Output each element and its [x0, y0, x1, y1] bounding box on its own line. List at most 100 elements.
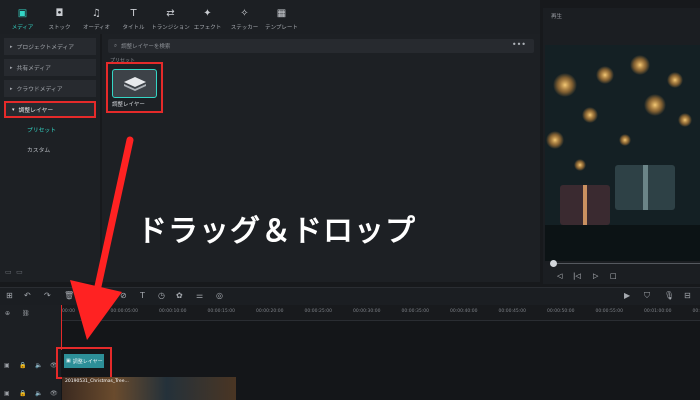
play-icon[interactable]: ▷: [593, 272, 598, 280]
ruler-tick-label: 00:00:40:00: [450, 309, 478, 314]
timeline-ruler[interactable]: 00:00 00:00:05:00 00:00:10:00 00:00:15:00 00…: [61, 305, 700, 321]
adjustment-layer-clip-body: ▣ 調整レイヤー: [64, 354, 104, 368]
sidebar-category-label: クラウドメディア: [16, 87, 63, 93]
ruler-tick-label: 00:00:50:00: [547, 309, 575, 314]
render-icon[interactable]: ▶: [624, 291, 630, 300]
transition-icon: ⇄: [166, 8, 175, 19]
folder-icon[interactable]: ▭ ▭: [5, 268, 23, 276]
ruler-tick-label: 00:00:55:00: [595, 309, 623, 314]
ai-icon[interactable]: ◎: [216, 291, 223, 300]
ruler-tick-label: 00:00:05:00: [110, 309, 138, 314]
step-back-icon[interactable]: ◁: [557, 272, 562, 280]
asset-name: 調整レイヤー: [112, 102, 145, 108]
search-placeholder: 調整レイヤーを検索: [121, 44, 171, 50]
shield-icon[interactable]: ⛉: [644, 291, 650, 301]
ruler-tick-label: 00:00:30:00: [353, 309, 381, 314]
audio-icon: ♫: [92, 8, 101, 19]
sidebar-subitem[interactable]: カスタム: [0, 140, 100, 158]
ruler-tick-label: 00:00:15:00: [207, 309, 235, 314]
speed-icon[interactable]: ◷: [158, 291, 165, 300]
video-clip-label: 20190531_Christmas_Tree...: [65, 379, 129, 384]
category-sidebar: ▸ プロジェクトメディア ▸ 共有メディア ▸ クラウドメディア ▾ 調整レイヤー プリセット…: [0, 34, 100, 282]
link-icon[interactable]: ⛓: [22, 310, 30, 317]
lock-icon[interactable]: 🔒: [19, 362, 26, 369]
text-icon[interactable]: T: [140, 291, 145, 300]
adjustment-layer-asset[interactable]: 調整レイヤー: [106, 62, 163, 113]
sidebar-category[interactable]: ▸ クラウドメディア: [4, 80, 96, 97]
add-track-icon[interactable]: ⊕: [5, 310, 10, 317]
toolbar-item-label: メディア: [11, 25, 34, 31]
track-header: ⊕ ⛓ ▣ 🔒 🔈 👁 ▣ 🔒 🔈 👁: [0, 305, 61, 400]
toolbar-item-label: テンプレート: [265, 25, 298, 31]
more-options-icon[interactable]: •••: [512, 40, 526, 49]
crop-icon[interactable]: ⊘: [120, 291, 127, 300]
clip-label: 調整レイヤー: [72, 358, 103, 365]
speaker-icon[interactable]: 🔈: [35, 390, 42, 397]
ruler-tick-label: 00:00:45:00: [498, 309, 526, 314]
track-type-icon: ▣: [4, 362, 10, 369]
toolbar-item-label: タイトル: [122, 25, 145, 31]
toolbar-item-label: ステッカー: [230, 25, 259, 31]
sticker-icon: ✧: [240, 8, 249, 19]
drag-drop-caption: ドラッグ＆ドロップ: [137, 214, 416, 249]
playback-progress[interactable]: [553, 263, 700, 264]
sidebar-subitem[interactable]: プリセット: [0, 120, 100, 138]
ruler-tick-label: 00:00:35:00: [401, 309, 429, 314]
split-icon[interactable]: ⊟: [684, 291, 691, 300]
toolbar-item-sticker[interactable]: ✧ ステッカー: [226, 2, 263, 34]
timeline-toolbar: ⊞ ↶ ↷ 🗑 ⊘ T ◷ ✿ ⚌ ◎ ▶ ⛉ 🎙 ⊟: [0, 287, 700, 305]
delete-icon[interactable]: 🗑: [64, 291, 74, 300]
layout-icon[interactable]: ⊞: [6, 291, 13, 300]
toolbar-item-stock[interactable]: ◘ ストック: [41, 2, 78, 34]
sidebar-category[interactable]: ▸ 共有メディア: [4, 59, 96, 76]
track-type-icon: ▣: [4, 390, 10, 397]
lock-icon[interactable]: 🔒: [19, 390, 26, 397]
ruler-tick-label: 00:00:20:00: [256, 309, 284, 314]
ruler-tick-label: 00:01:00:00: [644, 309, 672, 314]
toolbar-item-effect[interactable]: ✦ エフェクト: [189, 2, 226, 34]
media-library: ⌕ 調整レイヤーを検索 ••• プリセット 調整レイヤー ドラッグ＆ドロップ: [102, 34, 540, 282]
toolbar-item-label: トランジション: [151, 25, 190, 31]
ruler-tick-label: 00:00:25:00: [304, 309, 332, 314]
frame-back-icon[interactable]: |◁: [573, 272, 581, 280]
sidebar-category[interactable]: ▾ 調整レイヤー: [4, 101, 96, 118]
mic-icon[interactable]: 🎙: [664, 291, 674, 300]
sidebar-category-label: 調整レイヤー: [18, 108, 54, 114]
layer-stack-icon: [123, 76, 146, 91]
layer-icon: ▣: [66, 358, 71, 364]
toolbar-item-label: オーディオ: [82, 25, 111, 31]
preview-title: 再生: [551, 14, 563, 20]
color-icon[interactable]: ✿: [176, 291, 183, 300]
undo-icon[interactable]: ↶: [24, 291, 31, 300]
video-clip[interactable]: 20190531_Christmas_Tree...: [62, 377, 236, 400]
stock-icon: ◘: [55, 8, 64, 19]
chevron-down-icon: ▾: [12, 106, 15, 113]
preview-panel: 再生 ◁ |◁ ▷ □: [543, 8, 700, 284]
preview-video: [545, 45, 700, 261]
playhead-handle[interactable]: [550, 260, 557, 267]
chevron-right-icon: ▸: [10, 64, 13, 71]
media-icon: ▣: [17, 8, 28, 19]
toolbar-item-transition[interactable]: ⇄ トランジション: [151, 2, 190, 34]
toolbar-item-audio[interactable]: ♫ オーディオ: [78, 2, 115, 34]
toolbar-item-label: ストック: [48, 25, 71, 31]
stop-icon[interactable]: □: [610, 272, 617, 280]
eye-icon[interactable]: 👁: [50, 390, 58, 397]
ruler-tick-label: 00:01:05:00: [692, 309, 700, 314]
toolbar-item-title[interactable]: T タイトル: [115, 2, 152, 34]
adjustment-layer-clip[interactable]: ▣ 調整レイヤー: [56, 347, 112, 379]
media-toolbar: ▣ メディア ◘ ストック ♫ オーディオ T タイトル ⇄ トランジション ✦ エフェクト ✧ ステッカ…: [0, 0, 540, 34]
toolbar-item-media[interactable]: ▣ メディア: [4, 2, 41, 34]
speaker-icon[interactable]: 🔈: [35, 362, 42, 369]
chevron-right-icon: ▸: [10, 43, 13, 50]
timeline-playhead[interactable]: [61, 305, 62, 350]
toolbar-item-template[interactable]: ▦ テンプレート: [263, 2, 300, 34]
sidebar-category[interactable]: ▸ プロジェクトメディア: [4, 38, 96, 55]
chevron-right-icon: ▸: [10, 85, 13, 92]
christmas-scene-image: [545, 45, 700, 261]
search-input[interactable]: ⌕ 調整レイヤーを検索 •••: [108, 39, 534, 53]
redo-icon[interactable]: ↷: [44, 291, 51, 300]
adjust-icon[interactable]: ⚌: [196, 291, 203, 300]
search-icon: ⌕: [114, 42, 118, 49]
ruler-tick-label: 00:00:10:00: [159, 309, 187, 314]
